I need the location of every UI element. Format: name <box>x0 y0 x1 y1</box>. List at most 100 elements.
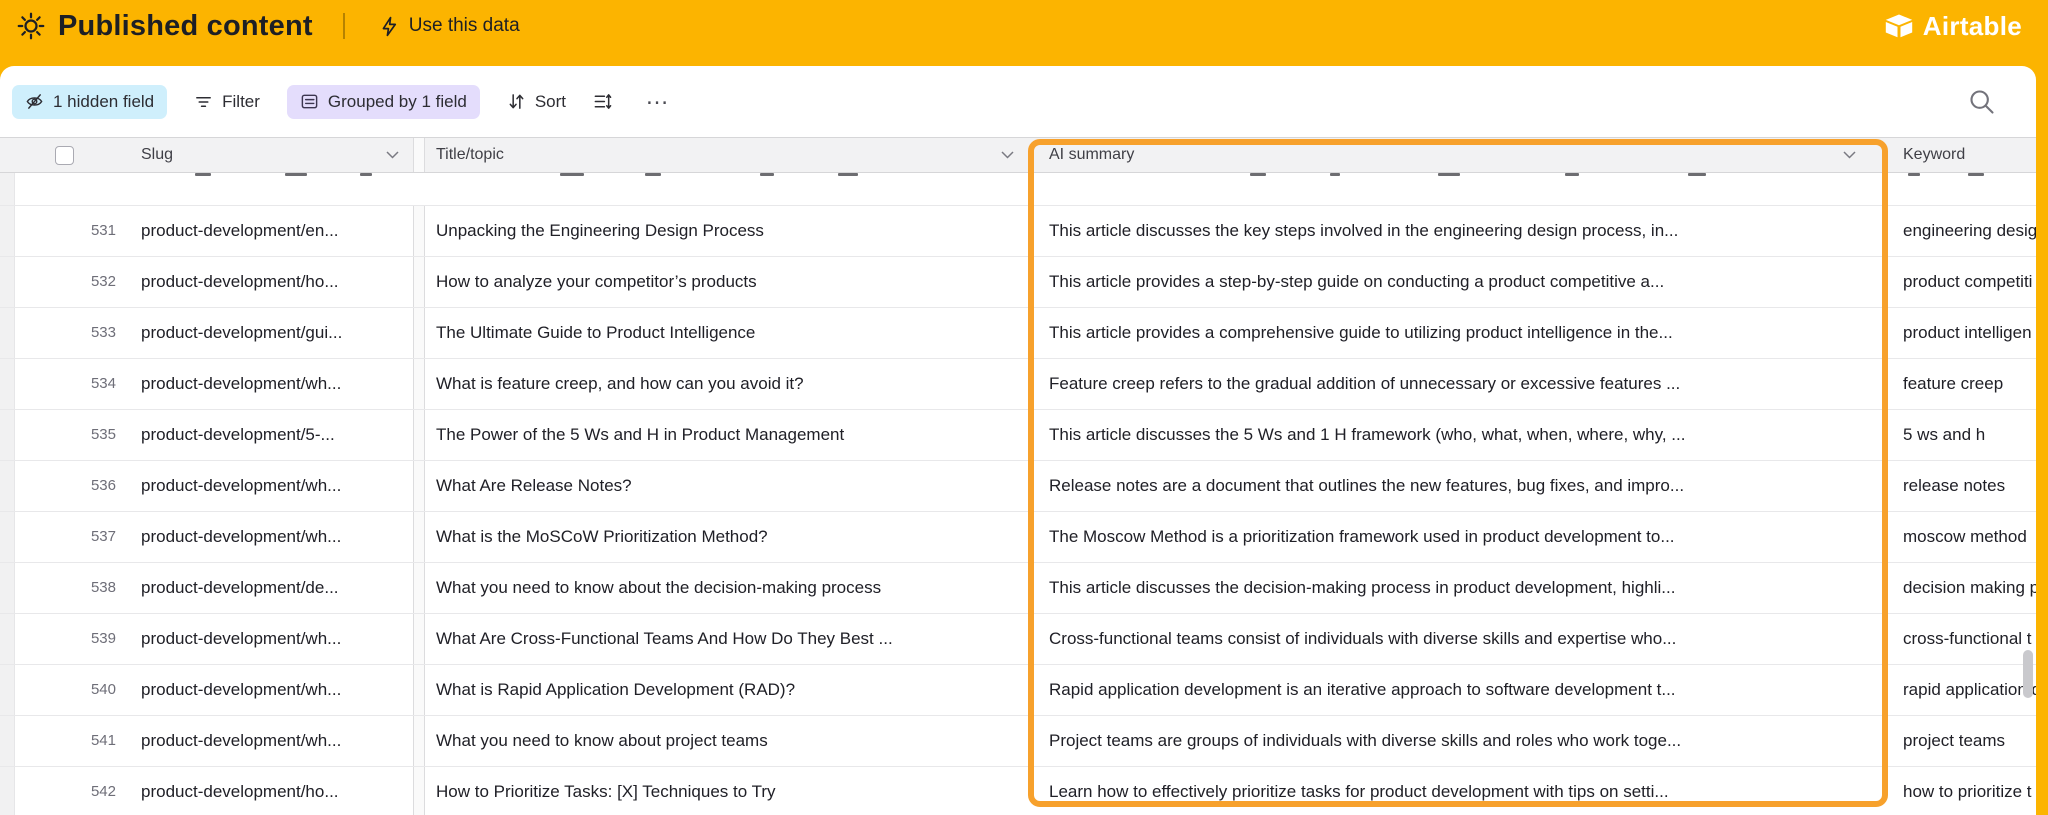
frozen-pane-divider <box>413 257 425 307</box>
table-row[interactable]: 537 product-development/wh... What is th… <box>0 512 2036 563</box>
cell-keyword[interactable]: moscow method <box>1884 512 2036 562</box>
table-row[interactable]: 532 product-development/ho... How to ana… <box>0 257 2036 308</box>
airtable-logo[interactable]: Airtable <box>1884 11 2022 42</box>
cell-keyword[interactable]: rapid application d <box>1884 665 2036 715</box>
cell-slug[interactable]: product-development/wh... <box>132 461 413 511</box>
column-header-summary[interactable]: AI summary <box>1036 138 1884 172</box>
table-row[interactable]: 533 product-development/gui... The Ultim… <box>0 308 2036 359</box>
row-left-gutter <box>0 614 15 664</box>
cell-title[interactable]: What is feature creep, and how can you a… <box>425 359 1036 409</box>
cell-ai-summary[interactable]: Learn how to effectively prioritize task… <box>1036 767 1884 815</box>
table-row[interactable]: 539 product-development/wh... What Are C… <box>0 614 2036 665</box>
cell-title[interactable]: What you need to know about project team… <box>425 716 1036 766</box>
sort-label: Sort <box>534 91 567 111</box>
cell-keyword[interactable]: project teams <box>1884 716 2036 766</box>
cell-ai-summary[interactable]: This article provides a step-by-step gui… <box>1036 257 1884 307</box>
cell-slug[interactable]: product-development/gui... <box>132 308 413 358</box>
filter-icon <box>196 96 212 108</box>
cell-keyword[interactable]: product intelligen <box>1884 308 2036 358</box>
cell-title[interactable]: What Are Release Notes? <box>425 461 1036 511</box>
table-row[interactable]: 542 product-development/ho... How to Pri… <box>0 767 2036 815</box>
cell-ai-summary[interactable]: Rapid application development is an iter… <box>1036 665 1884 715</box>
cell-keyword[interactable]: decision making p <box>1884 563 2036 613</box>
row-height-button[interactable] <box>593 92 612 111</box>
sort-icon <box>509 94 524 109</box>
row-number: 536 <box>90 477 116 494</box>
cell-keyword[interactable]: cross-functional t <box>1884 614 2036 664</box>
table-row[interactable]: 541 product-development/wh... What you n… <box>0 716 2036 767</box>
table-row[interactable]: 531 product-development/en... Unpacking … <box>0 206 2036 257</box>
column-header-keyword[interactable]: Keyword <box>1884 138 2036 172</box>
row-number: 541 <box>90 732 116 749</box>
header-divider <box>342 13 345 39</box>
data-grid: Slug Title/topic AI summary Keyword 531 … <box>0 137 2036 815</box>
cell-slug[interactable]: product-development/de... <box>132 563 413 613</box>
cell-ai-summary[interactable]: Release notes are a document that outlin… <box>1036 461 1884 511</box>
cell-title[interactable]: Unpacking the Engineering Design Process <box>425 206 1036 256</box>
more-options-button[interactable]: … <box>639 84 677 112</box>
chevron-down-icon <box>1843 151 1856 159</box>
row-number: 538 <box>90 579 116 596</box>
cell-keyword[interactable]: feature creep <box>1884 359 2036 409</box>
frozen-pane-divider <box>413 512 425 562</box>
row-left-gutter <box>0 257 15 307</box>
cell-title[interactable]: What is Rapid Application Development (R… <box>425 665 1036 715</box>
use-this-data-button[interactable]: Use this data <box>379 15 520 37</box>
cell-keyword[interactable]: product competiti <box>1884 257 2036 307</box>
table-row[interactable]: 536 product-development/wh... What Are R… <box>0 461 2036 512</box>
partially-scrolled-row[interactable] <box>0 173 2036 206</box>
grouped-button[interactable]: Grouped by 1 field <box>286 84 480 119</box>
column-header-slug[interactable]: Slug <box>132 138 413 172</box>
row-number: 532 <box>90 273 116 290</box>
search-button[interactable] <box>1968 88 1996 116</box>
cell-ai-summary[interactable]: Feature creep refers to the gradual addi… <box>1036 359 1884 409</box>
row-left-gutter <box>0 767 15 815</box>
cell-ai-summary[interactable]: Cross-functional teams consist of indivi… <box>1036 614 1884 664</box>
sort-button[interactable]: Sort <box>507 92 566 112</box>
cell-ai-summary[interactable]: The Moscow Method is a prioritization fr… <box>1036 512 1884 562</box>
frozen-pane-divider <box>413 665 425 715</box>
row-left-gutter <box>0 665 15 715</box>
row-left-gutter <box>0 563 15 613</box>
cell-slug[interactable]: product-development/wh... <box>132 716 413 766</box>
grid-rows: 531 product-development/en... Unpacking … <box>0 206 2036 815</box>
cell-keyword[interactable]: release notes <box>1884 461 2036 511</box>
cell-title[interactable]: What Are Cross-Functional Teams And How … <box>425 614 1036 664</box>
cell-title[interactable]: The Ultimate Guide to Product Intelligen… <box>425 308 1036 358</box>
cell-ai-summary[interactable]: This article provides a comprehensive gu… <box>1036 308 1884 358</box>
frozen-pane-divider <box>413 206 425 256</box>
column-header-title[interactable]: Title/topic <box>425 138 1036 172</box>
table-row[interactable]: 535 product-development/5-... The Power … <box>0 410 2036 461</box>
cell-ai-summary[interactable]: This article discusses the 5 Ws and 1 H … <box>1036 410 1884 460</box>
cell-keyword[interactable]: how to prioritize t <box>1884 767 2036 815</box>
hidden-fields-label: 1 hidden field <box>53 91 155 111</box>
cell-slug[interactable]: product-development/ho... <box>132 767 413 815</box>
cell-keyword[interactable]: engineering desig <box>1884 206 2036 256</box>
cell-title[interactable]: What is the MoSCoW Prioritization Method… <box>425 512 1036 562</box>
cell-slug[interactable]: product-development/ho... <box>132 257 413 307</box>
cell-ai-summary[interactable]: This article discusses the key steps inv… <box>1036 206 1884 256</box>
cell-slug[interactable]: product-development/wh... <box>132 359 413 409</box>
top-bar: Published content Use this data Airtable <box>0 0 2048 66</box>
cell-slug[interactable]: product-development/wh... <box>132 665 413 715</box>
row-left-gutter <box>0 359 15 409</box>
cell-title[interactable]: The Power of the 5 Ws and H in Product M… <box>425 410 1036 460</box>
cell-slug[interactable]: product-development/wh... <box>132 614 413 664</box>
grid-header-row: Slug Title/topic AI summary Keyword <box>0 137 2036 173</box>
cell-ai-summary[interactable]: This article discusses the decision-maki… <box>1036 563 1884 613</box>
cell-title[interactable]: What you need to know about the decision… <box>425 563 1036 613</box>
select-all-checkbox[interactable] <box>55 145 74 165</box>
filter-button[interactable]: Filter <box>194 92 260 112</box>
cell-ai-summary[interactable]: Project teams are groups of individuals … <box>1036 716 1884 766</box>
cell-slug[interactable]: product-development/en... <box>132 206 413 256</box>
table-row[interactable]: 534 product-development/wh... What is fe… <box>0 359 2036 410</box>
cell-title[interactable]: How to Prioritize Tasks: [X] Techniques … <box>425 767 1036 815</box>
table-row[interactable]: 538 product-development/de... What you n… <box>0 563 2036 614</box>
cell-title[interactable]: How to analyze your competitor’s product… <box>425 257 1036 307</box>
cell-slug[interactable]: product-development/5-... <box>132 410 413 460</box>
cell-slug[interactable]: product-development/wh... <box>132 512 413 562</box>
hidden-fields-button[interactable]: 1 hidden field <box>12 84 168 119</box>
cell-keyword[interactable]: 5 ws and h <box>1884 410 2036 460</box>
table-row[interactable]: 540 product-development/wh... What is Ra… <box>0 665 2036 716</box>
vertical-scrollbar-thumb[interactable] <box>2023 650 2033 698</box>
